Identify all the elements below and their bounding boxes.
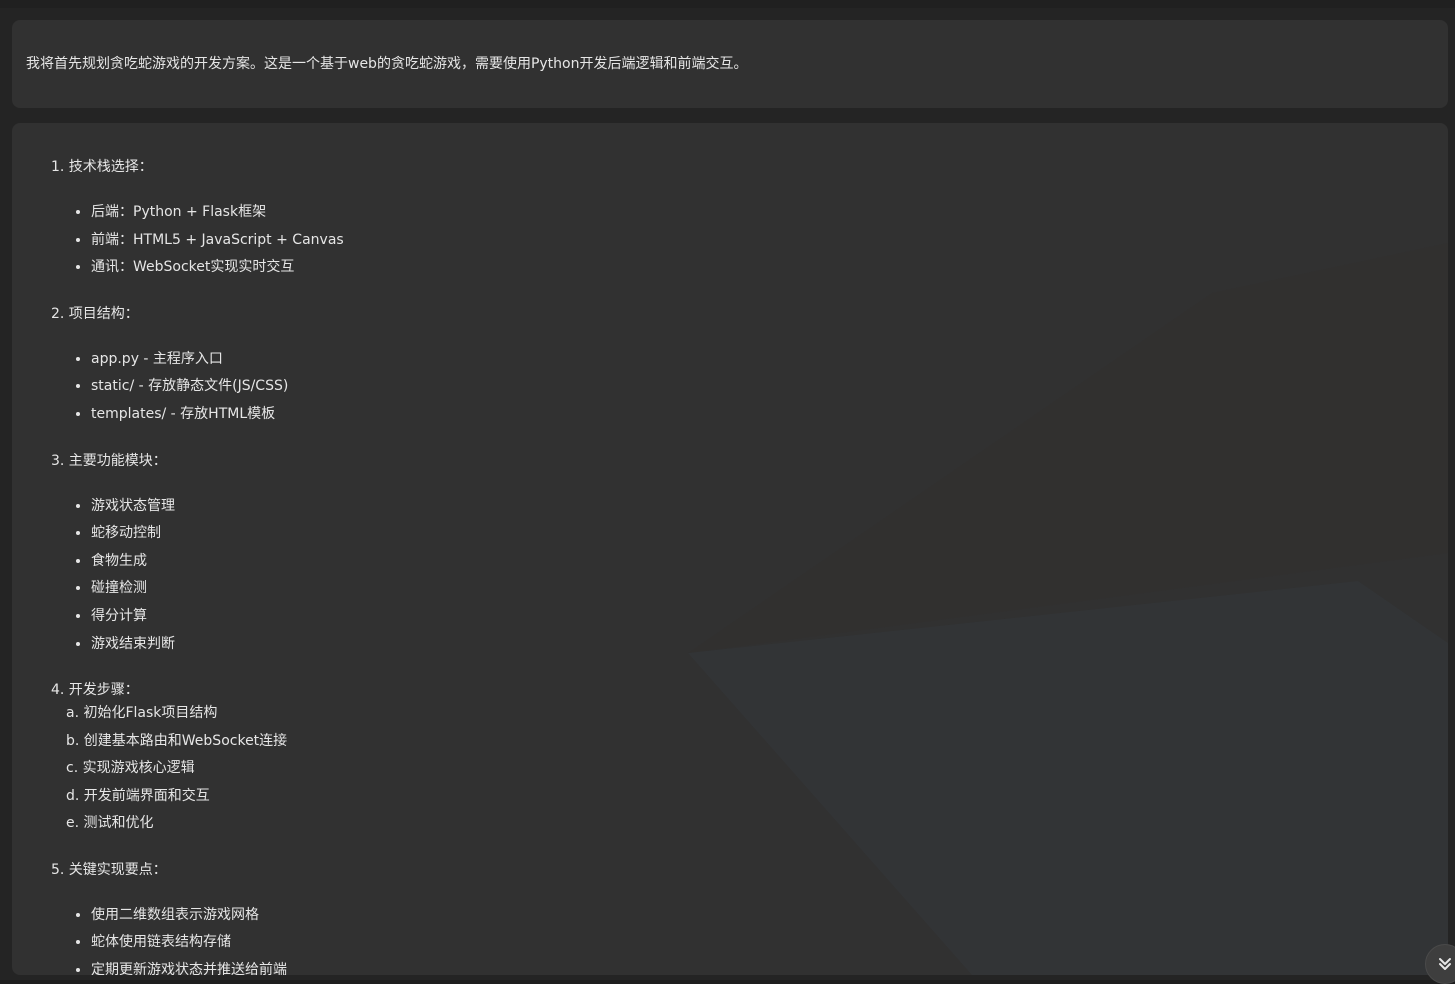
chat-page: 我将首先规划贪吃蛇游戏的开发方案。这是一个基于web的贪吃蛇游戏，需要使用Pyt… (0, 0, 1455, 984)
section-heading-dev-steps: 4. 开发步骤： (51, 682, 139, 699)
intro-text: 我将首先规划贪吃蛇游戏的开发方案。这是一个基于web的贪吃蛇游戏，需要使用Pyt… (26, 56, 748, 72)
list-item: 蛇体使用链表结构存储 (91, 929, 1448, 957)
step-item: e. 测试和优化 (66, 815, 154, 832)
scroll-to-bottom-button[interactable] (1425, 944, 1455, 984)
bottom-strip (0, 980, 1455, 984)
list-item: 碰撞检测 (91, 575, 1448, 603)
list-item: 使用二维数组表示游戏网格 (91, 902, 1448, 930)
list-item: 蛇移动控制 (91, 520, 1448, 548)
step-item: d. 开发前端界面和交互 (66, 787, 210, 804)
step-item: b. 创建基本路由和WebSocket连接 (66, 732, 288, 749)
list-item: 游戏结束判断 (91, 631, 1448, 659)
plan-content: 1. 技术栈选择： 后端：Python + Flask框架 前端：HTML5 +… (12, 123, 1448, 975)
step-item: a. 初始化Flask项目结构 (66, 705, 218, 722)
step-item: c. 实现游戏核心逻辑 (66, 760, 195, 777)
list-item: app.py - 主程序入口 (91, 346, 1448, 374)
modules-list: 游戏状态管理 蛇移动控制 食物生成 碰撞检测 得分计算 游戏结束判断 (51, 493, 1448, 659)
dev-steps-list: a. 初始化Flask项目结构 b. 创建基本路由和WebSocket连接 c.… (51, 700, 1448, 838)
plan-message-card: 1. 技术栈选择： 后端：Python + Flask框架 前端：HTML5 +… (12, 123, 1448, 975)
list-item: 食物生成 (91, 548, 1448, 576)
section-heading-tech-stack: 1. 技术栈选择： (51, 159, 153, 175)
key-points-list: 使用二维数组表示游戏网格 蛇体使用链表结构存储 定期更新游戏状态并推送给前端 (51, 902, 1448, 975)
list-item: 后端：Python + Flask框架 (91, 199, 1448, 227)
double-chevron-down-icon (1439, 958, 1451, 970)
project-structure-list: app.py - 主程序入口 static/ - 存放静态文件(JS/CSS) … (51, 346, 1448, 429)
list-item: 得分计算 (91, 603, 1448, 631)
tech-stack-list: 后端：Python + Flask框架 前端：HTML5 + JavaScrip… (51, 199, 1448, 282)
intro-message-card: 我将首先规划贪吃蛇游戏的开发方案。这是一个基于web的贪吃蛇游戏，需要使用Pyt… (12, 20, 1448, 108)
section-heading-key-points: 5. 关键实现要点： (51, 861, 167, 878)
list-item: 前端：HTML5 + JavaScript + Canvas (91, 227, 1448, 255)
list-item: static/ - 存放静态文件(JS/CSS) (91, 373, 1448, 401)
top-strip (0, 0, 1455, 8)
list-item: 定期更新游戏状态并推送给前端 (91, 957, 1448, 975)
section-heading-project-structure: 2. 项目结构： (51, 305, 139, 322)
list-item: templates/ - 存放HTML模板 (91, 401, 1448, 429)
list-item: 游戏状态管理 (91, 493, 1448, 521)
list-item: 通讯：WebSocket实现实时交互 (91, 254, 1448, 282)
section-heading-modules: 3. 主要功能模块： (51, 452, 167, 469)
